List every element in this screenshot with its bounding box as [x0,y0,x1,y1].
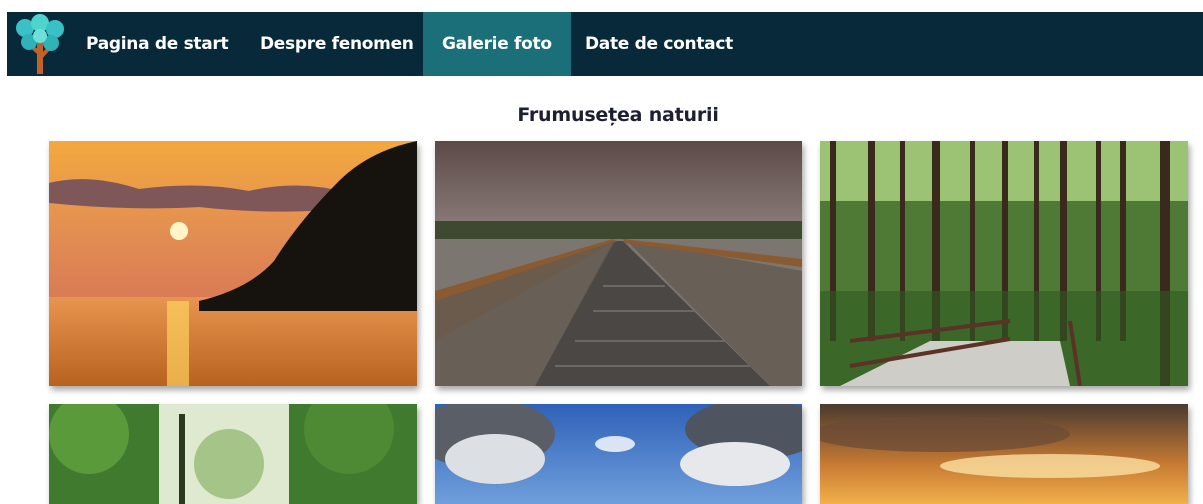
gallery-photo-sunset-sky[interactable] [820,404,1188,504]
gallery-photo-boardwalk[interactable] [435,141,802,386]
gallery-photo-blue-sky[interactable] [435,404,802,504]
tree-logo-icon[interactable] [11,14,67,74]
gallery-photo-sunset-sea[interactable] [49,141,417,386]
gallery-photo-forest-bridge[interactable] [820,141,1188,386]
top-navbar: Pagina de start Despre fenomen Galerie f… [7,12,1203,76]
nav-galerie-foto[interactable]: Galerie foto [423,12,571,76]
nav-date-de-contact[interactable]: Date de contact [566,12,752,76]
nav-despre-fenomen[interactable]: Despre fenomen [241,12,433,76]
gallery-title: Frumusețea naturii [517,103,719,126]
nav-pagina-de-start[interactable]: Pagina de start [67,12,247,76]
gallery-photo-sunlit-forest[interactable] [49,404,417,504]
